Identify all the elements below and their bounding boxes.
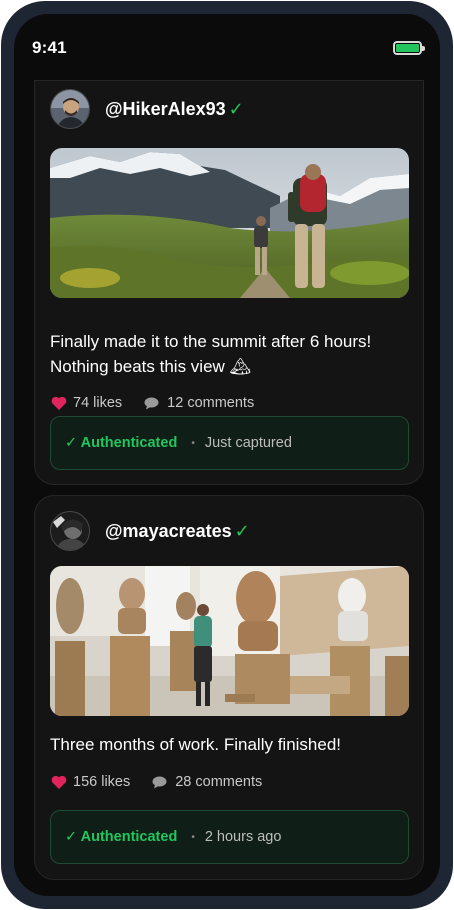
comments-button[interactable]: 28 comments (152, 774, 262, 790)
post-photo[interactable] (50, 148, 409, 298)
heart-icon (51, 775, 67, 789)
verified-check-icon: ✓ (228, 99, 244, 119)
verified-check-icon: ✓ (234, 521, 250, 541)
separator-dot: • (191, 831, 195, 843)
post-caption: Three months of work. Finally finished! (50, 735, 342, 754)
username-text[interactable]: @HikerAlex93 (105, 99, 226, 119)
post-stats: 74 likes 12 comments (51, 393, 276, 413)
comments-button[interactable]: 12 comments (144, 395, 254, 411)
auth-time: Just captured (204, 435, 292, 451)
comment-icon (144, 397, 159, 409)
username[interactable]: @mayacreates ✓ (105, 521, 250, 542)
post-caption: Finally made it to the summit after 6 ho… (50, 332, 372, 376)
authentication-badge: ✓ Authenticated • Just captured (50, 416, 409, 470)
avatar[interactable] (50, 89, 90, 129)
post-photo[interactable] (50, 566, 409, 716)
likes-count: 156 likes (73, 774, 131, 790)
authentication-badge: ✓ Authenticated • 2 hours ago (50, 810, 409, 864)
phone-frame: 9:41 @HikerAlex93 ✓ Finally made it to t… (1, 1, 453, 909)
feed[interactable]: @HikerAlex93 ✓ Finally made it to the su… (34, 80, 424, 880)
status-time: 9:41 (32, 38, 67, 57)
auth-time: 2 hours ago (204, 829, 282, 845)
post-card: @mayacreates ✓ Three months of work. Fin… (34, 495, 424, 880)
separator-dot: • (191, 437, 195, 449)
battery-icon (393, 41, 425, 55)
post-stats: 156 likes 28 comments (51, 772, 284, 792)
screen: 9:41 @HikerAlex93 ✓ Finally made it to t… (14, 14, 440, 896)
like-button[interactable]: 74 likes (51, 395, 122, 411)
likes-count: 74 likes (73, 395, 123, 411)
heart-icon (51, 396, 67, 410)
avatar[interactable] (50, 511, 90, 551)
auth-status: ✓ Authenticated (65, 435, 178, 451)
status-bar: 9:41 (14, 14, 440, 80)
post-card: @HikerAlex93 ✓ Finally made it to the su… (34, 80, 424, 485)
username[interactable]: @HikerAlex93 ✓ (105, 99, 244, 120)
comment-icon (152, 776, 167, 788)
username-text[interactable]: @mayacreates (105, 521, 232, 541)
comments-count: 12 comments (167, 395, 255, 411)
comments-count: 28 comments (175, 774, 263, 790)
auth-status: ✓ Authenticated (65, 829, 178, 845)
like-button[interactable]: 156 likes (51, 774, 130, 790)
